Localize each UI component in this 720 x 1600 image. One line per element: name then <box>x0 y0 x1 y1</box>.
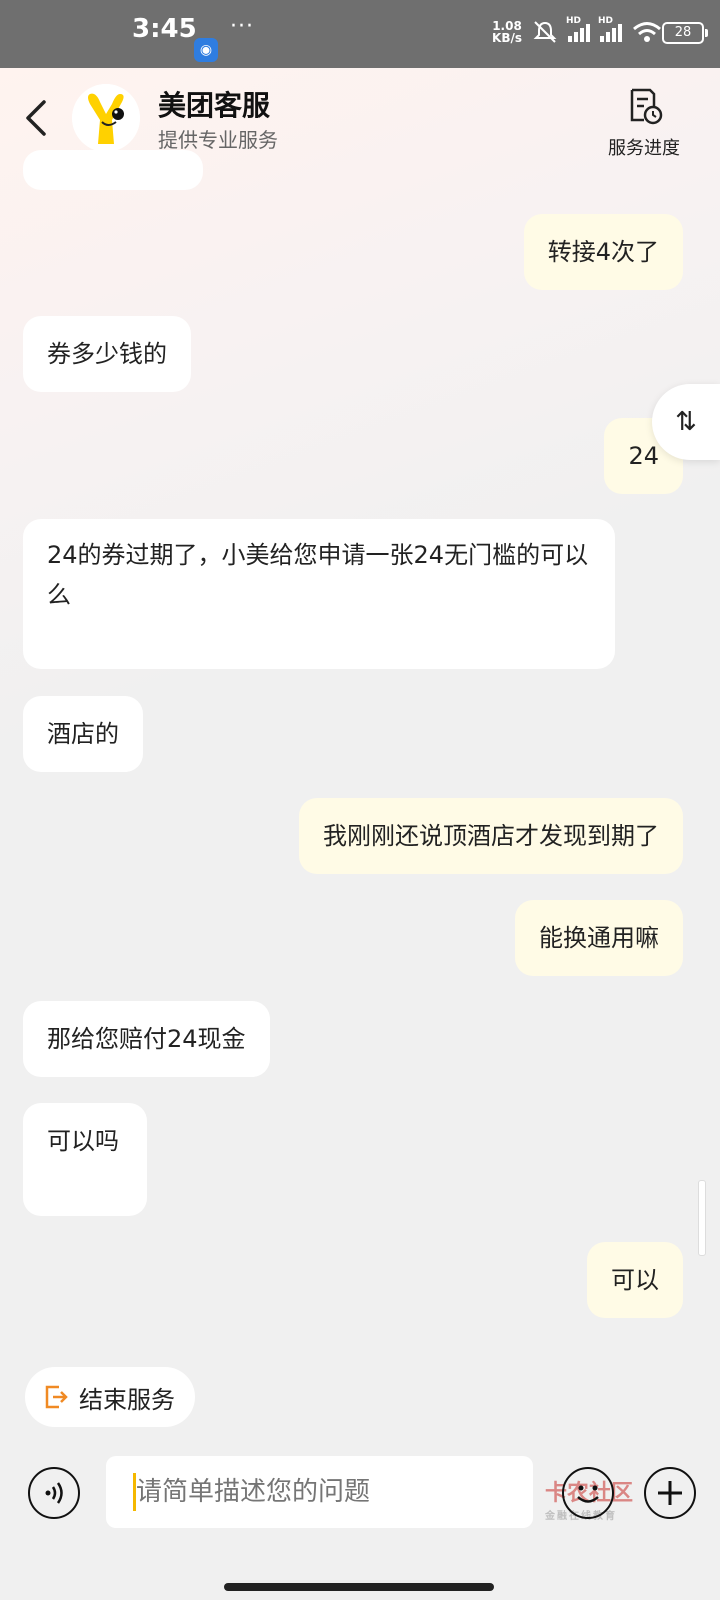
message-bubble-agent[interactable]: 可以吗 <box>23 1103 147 1216</box>
message-input[interactable] <box>106 1456 533 1528</box>
network-speed: 1.08 KB/s <box>492 20 522 44</box>
add-attachment-button[interactable] <box>644 1467 696 1519</box>
message-bubble-agent[interactable]: 24的券过期了，小美给您申请一张24无门槛的可以么 <box>23 519 615 669</box>
message-text: 24 <box>628 442 659 470</box>
app-notification-icon: ◉ <box>194 38 218 62</box>
exit-icon <box>45 1385 68 1409</box>
signal-icon-1: HD <box>566 16 590 42</box>
service-progress-label: 服务进度 <box>608 138 680 159</box>
scrollbar[interactable] <box>698 1180 706 1256</box>
bottom-bar: 结束服务 卡农社区 金融在线教育 <box>0 1343 720 1600</box>
message-text: 可以吗 <box>47 1127 119 1155</box>
mascot-icon <box>72 84 140 152</box>
voice-icon <box>45 1482 63 1504</box>
scroll-toggle-button[interactable]: ⇅ <box>652 384 720 460</box>
page-title: 美团客服 <box>158 89 271 122</box>
message-text: 那给您赔付24现金 <box>47 1025 246 1053</box>
emoji-button[interactable] <box>562 1467 614 1519</box>
back-button[interactable] <box>22 96 62 146</box>
swap-arrows-icon: ⇅ <box>675 407 697 437</box>
end-service-button[interactable]: 结束服务 <box>25 1367 195 1427</box>
message-text: 我刚刚还说顶酒店才发现到期了 <box>323 822 659 850</box>
wifi-icon <box>633 22 661 42</box>
home-indicator[interactable] <box>224 1583 494 1591</box>
status-time: 3:45 <box>132 14 197 44</box>
end-service-label: 结束服务 <box>79 1385 175 1414</box>
message-bubble-user[interactable]: 我刚刚还说顶酒店才发现到期了 <box>299 798 683 874</box>
message-text: 转接4次了 <box>547 238 659 266</box>
text-cursor <box>133 1473 136 1511</box>
status-indicators: 1.08 KB/s HD HD <box>492 16 662 44</box>
message-bubble-agent[interactable]: 那给您赔付24现金 <box>23 1001 270 1077</box>
message-bubble-agent[interactable]: 券多少钱的 <box>23 316 191 392</box>
message-text: 酒店的 <box>47 720 119 748</box>
document-clock-icon <box>630 88 663 125</box>
hd-label-1: HD <box>566 16 582 26</box>
message-bubble-agent[interactable]: 酒店的 <box>23 696 143 772</box>
voice-input-button[interactable] <box>28 1467 80 1519</box>
message-bubble-user[interactable]: 能换通用嘛 <box>515 900 683 976</box>
message-text: 可以 <box>611 1266 659 1294</box>
partial-message-bubble <box>23 150 203 190</box>
page-subtitle: 提供专业服务 <box>158 128 278 152</box>
mute-icon <box>533 21 557 43</box>
speed-unit: KB/s <box>492 31 522 45</box>
message-text: 24的券过期了，小美给您申请一张24无门槛的可以么 <box>47 541 589 609</box>
service-progress-button[interactable]: 服务进度 <box>604 86 684 160</box>
status-bar: 3:45 ◉ ··· 1.08 KB/s HD HD 28 <box>0 0 720 68</box>
message-bubble-user[interactable]: 可以 <box>587 1242 683 1318</box>
message-text: 券多少钱的 <box>47 340 167 368</box>
signal-icon-2: HD <box>598 16 622 42</box>
plus-icon <box>658 1481 682 1505</box>
message-bubble-user[interactable]: 转接4次了 <box>523 214 683 290</box>
smile-icon <box>577 1485 599 1503</box>
battery-indicator: 28 <box>662 22 708 44</box>
avatar[interactable] <box>72 84 140 152</box>
more-notifications-icon: ··· <box>230 14 254 39</box>
chevron-left-icon <box>26 100 46 136</box>
hd-label-2: HD <box>598 16 614 26</box>
message-text: 能换通用嘛 <box>539 924 659 952</box>
